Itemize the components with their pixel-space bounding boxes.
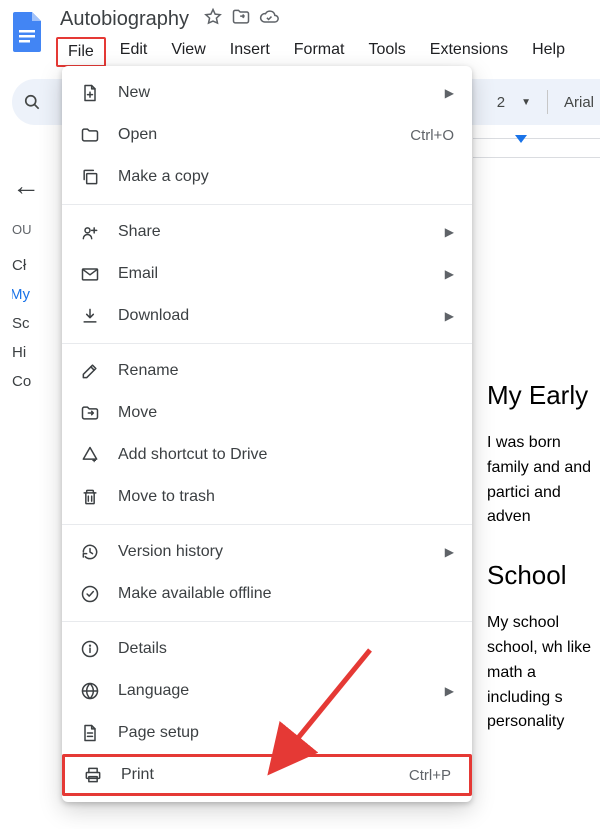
menu-item-share[interactable]: Share ▶: [62, 211, 472, 253]
docs-logo[interactable]: [8, 6, 48, 58]
menu-item-download[interactable]: Download ▶: [62, 295, 472, 337]
font-family-select[interactable]: Arial: [564, 94, 594, 111]
submenu-arrow-icon: ▶: [445, 545, 454, 559]
cloud-status-icon[interactable]: [259, 7, 279, 32]
submenu-arrow-icon: ▶: [445, 309, 454, 323]
menu-divider: [62, 343, 472, 344]
document-title[interactable]: Autobiography: [56, 6, 193, 33]
ruler[interactable]: [473, 138, 600, 158]
menu-item-new[interactable]: New ▶: [62, 72, 472, 114]
menu-item-print[interactable]: Print Ctrl+P: [62, 754, 472, 796]
menu-divider: [62, 204, 472, 205]
submenu-arrow-icon: ▶: [445, 225, 454, 239]
menubar: File Edit View Insert Format Tools Exten…: [56, 37, 592, 67]
drive-shortcut-icon: [80, 445, 100, 465]
submenu-arrow-icon: ▶: [445, 684, 454, 698]
email-icon: [80, 264, 100, 284]
menu-item-open[interactable]: Open Ctrl+O: [62, 114, 472, 156]
indent-marker-icon[interactable]: [515, 135, 527, 143]
download-icon: [80, 306, 100, 326]
doc-heading: School: [487, 560, 600, 591]
zoom-value[interactable]: 2: [497, 94, 505, 111]
menu-item-move-to-trash[interactable]: Move to trash: [62, 476, 472, 518]
menu-divider: [62, 621, 472, 622]
info-icon: [80, 639, 100, 659]
share-icon: [80, 222, 100, 242]
new-doc-icon: [80, 83, 100, 103]
rename-icon: [80, 361, 100, 381]
folder-open-icon: [80, 125, 100, 145]
submenu-arrow-icon: ▶: [445, 267, 454, 281]
page-setup-icon: [80, 723, 100, 743]
menu-help[interactable]: Help: [522, 37, 575, 67]
menu-extensions[interactable]: Extensions: [420, 37, 518, 67]
doc-heading: My Early: [487, 380, 600, 411]
menu-format[interactable]: Format: [284, 37, 355, 67]
menu-item-make-copy[interactable]: Make a copy: [62, 156, 472, 198]
zoom-dropdown-icon[interactable]: ▼: [521, 97, 531, 108]
menu-divider: [62, 524, 472, 525]
doc-paragraph: My school school, wh like math a includi…: [487, 611, 600, 735]
trash-icon: [80, 487, 100, 507]
offline-icon: [80, 584, 100, 604]
globe-icon: [80, 681, 100, 701]
move-icon: [80, 403, 100, 423]
doc-paragraph: I was born family and and partici and ad…: [487, 431, 600, 530]
shortcut-label: Ctrl+O: [410, 127, 454, 144]
menu-item-move[interactable]: Move: [62, 392, 472, 434]
history-icon: [80, 542, 100, 562]
menu-item-language[interactable]: Language ▶: [62, 670, 472, 712]
menu-item-details[interactable]: Details: [62, 628, 472, 670]
menu-view[interactable]: View: [161, 37, 215, 67]
menu-item-add-shortcut[interactable]: Add shortcut to Drive: [62, 434, 472, 476]
shortcut-label: Ctrl+P: [409, 767, 451, 784]
search-icon[interactable]: [22, 92, 42, 112]
menu-tools[interactable]: Tools: [358, 37, 415, 67]
menu-insert[interactable]: Insert: [220, 37, 280, 67]
submenu-arrow-icon: ▶: [445, 86, 454, 100]
menu-file[interactable]: File: [56, 37, 106, 67]
toolbar-separator: [547, 90, 548, 114]
print-icon: [83, 765, 103, 785]
menu-item-version-history[interactable]: Version history ▶: [62, 531, 472, 573]
document-page[interactable]: My Early I was born family and and parti…: [487, 380, 600, 765]
menu-edit[interactable]: Edit: [110, 37, 158, 67]
menu-item-offline[interactable]: Make available offline: [62, 573, 472, 615]
menu-item-email[interactable]: Email ▶: [62, 253, 472, 295]
copy-icon: [80, 167, 100, 187]
menu-item-rename[interactable]: Rename: [62, 350, 472, 392]
menu-item-page-setup[interactable]: Page setup: [62, 712, 472, 754]
move-folder-icon[interactable]: [231, 7, 251, 32]
star-icon[interactable]: [203, 7, 223, 32]
file-menu-dropdown: New ▶ Open Ctrl+O Make a copy Share ▶ Em…: [62, 66, 472, 802]
